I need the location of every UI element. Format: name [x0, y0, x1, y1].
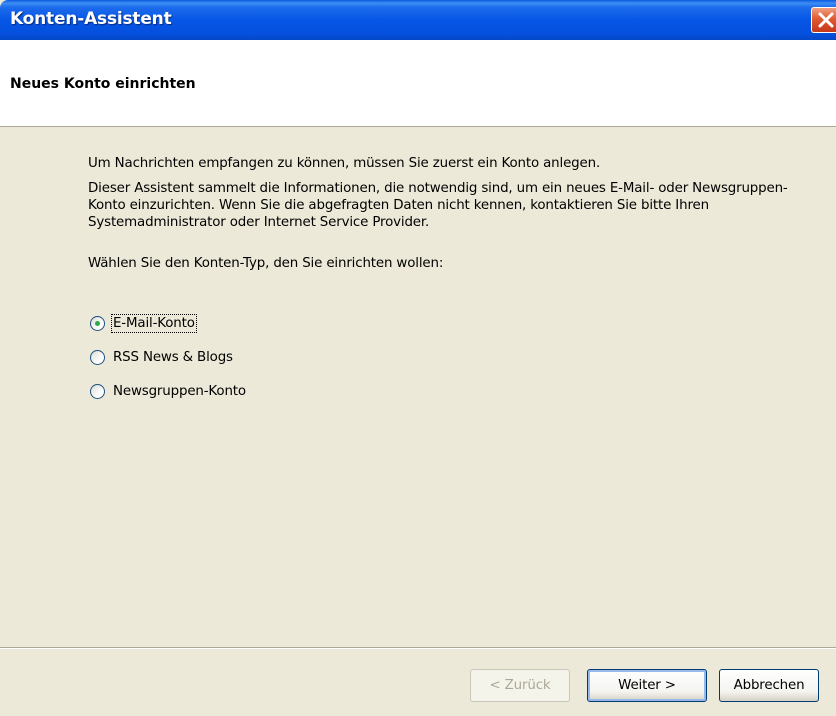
radio-button[interactable] [90, 315, 105, 331]
description-text: Dieser Assistent sammelt die Information… [88, 181, 788, 230]
close-icon [818, 12, 834, 28]
radio-email-account[interactable]: E-Mail-Konto [90, 312, 197, 334]
back-button[interactable]: < Zurück [470, 669, 570, 702]
cancel-button[interactable]: Abbrechen [719, 669, 819, 702]
radio-newsgroup-account[interactable]: Newsgruppen-Konto [90, 380, 246, 402]
radio-label[interactable]: Newsgruppen-Konto [113, 384, 246, 399]
wizard-content: Um Nachrichten empfangen zu können, müss… [0, 127, 836, 647]
page-title: Neues Konto einrichten [10, 76, 196, 92]
next-button[interactable]: Weiter > [587, 669, 707, 702]
radio-button[interactable] [90, 349, 105, 365]
account-type-prompt: Wählen Sie den Konten-Typ, den Sie einri… [88, 256, 444, 271]
wizard-header: Neues Konto einrichten [0, 40, 836, 127]
close-button[interactable] [811, 7, 836, 33]
title-bar[interactable]: Konten-Assistent [0, 0, 836, 40]
window-title: Konten-Assistent [10, 9, 172, 29]
radio-button[interactable] [90, 383, 105, 399]
radio-label[interactable]: E-Mail-Konto [111, 313, 197, 333]
intro-text: Um Nachrichten empfangen zu können, müss… [88, 156, 601, 171]
radio-label[interactable]: RSS News & Blogs [113, 350, 233, 365]
radio-rss-news-blogs[interactable]: RSS News & Blogs [90, 346, 233, 368]
footer-divider [0, 647, 836, 649]
account-wizard-window: Konten-Assistent Neues Konto einrichten … [0, 0, 836, 716]
